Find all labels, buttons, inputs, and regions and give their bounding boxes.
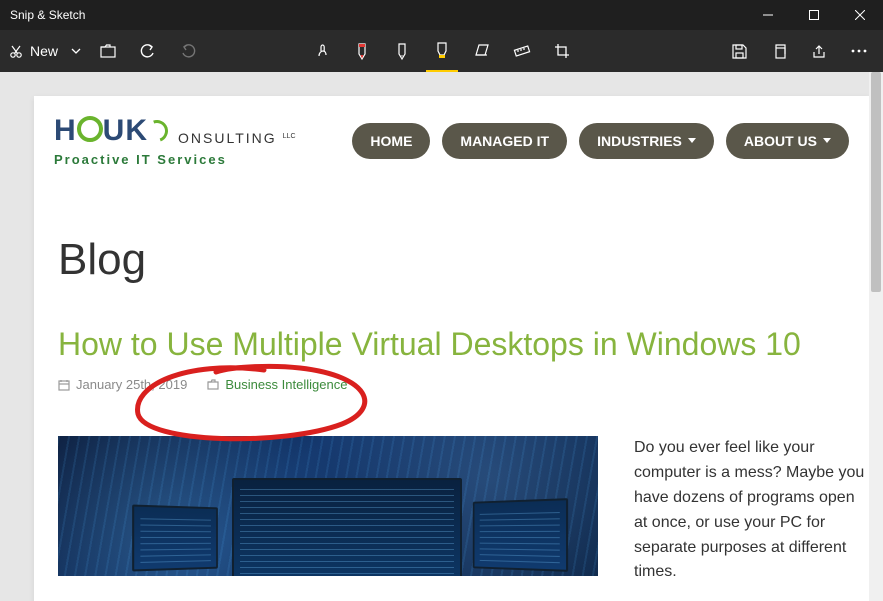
- eraser-tool[interactable]: [462, 30, 502, 72]
- pencil-tool[interactable]: [382, 30, 422, 72]
- post-category-link[interactable]: Business Intelligence: [225, 377, 347, 392]
- post-hero-image: [58, 436, 598, 576]
- post-excerpt: Do you ever feel like your computer is a…: [634, 436, 869, 601]
- window-title: Snip & Sketch: [0, 8, 745, 22]
- calendar-icon: [58, 379, 70, 391]
- logo-text: HUK: [54, 114, 148, 148]
- app-toolbar: New: [0, 30, 883, 72]
- redo-button[interactable]: [168, 30, 208, 72]
- captured-content: HUK ONSULTING LLC Proactive IT Services …: [34, 96, 869, 601]
- save-button[interactable]: [719, 30, 759, 72]
- site-navbar: HUK ONSULTING LLC Proactive IT Services …: [34, 96, 869, 185]
- caret-down-icon: [688, 138, 696, 143]
- crop-tool[interactable]: [542, 30, 582, 72]
- open-file-button[interactable]: [88, 30, 128, 72]
- scroll-thumb[interactable]: [871, 72, 881, 292]
- ballpoint-pen-tool[interactable]: [342, 30, 382, 72]
- post-meta: January 25th, 2019 Business Intelligence: [58, 377, 869, 392]
- copy-button[interactable]: [759, 30, 799, 72]
- nav-industries[interactable]: INDUSTRIES: [579, 123, 714, 159]
- site-logo: HUK ONSULTING LLC Proactive IT Services: [54, 114, 296, 167]
- canvas-area[interactable]: HUK ONSULTING LLC Proactive IT Services …: [0, 72, 883, 601]
- close-button[interactable]: [837, 0, 883, 30]
- undo-button[interactable]: [128, 30, 168, 72]
- new-snip-dropdown[interactable]: [64, 30, 88, 72]
- caret-down-icon: [823, 138, 831, 143]
- logo-consult: ONSULTING: [178, 130, 277, 146]
- vertical-scrollbar[interactable]: [869, 72, 883, 601]
- minimize-button[interactable]: [745, 0, 791, 30]
- maximize-button[interactable]: [791, 0, 837, 30]
- nav-about-us[interactable]: ABOUT US: [726, 123, 849, 159]
- new-label: New: [30, 43, 58, 59]
- nav-managed-it[interactable]: MANAGED IT: [442, 123, 567, 159]
- post-title[interactable]: How to Use Multiple Virtual Desktops in …: [58, 325, 869, 363]
- logo-tagline: Proactive IT Services: [54, 152, 296, 167]
- more-button[interactable]: [839, 30, 879, 72]
- logo-llc: LLC: [283, 133, 296, 140]
- highlighter-tool[interactable]: [422, 30, 462, 72]
- ruler-tool[interactable]: [502, 30, 542, 72]
- folder-icon: [207, 379, 219, 390]
- nav-home[interactable]: HOME: [352, 123, 430, 159]
- page-heading: Blog: [58, 235, 869, 285]
- touch-writing-tool[interactable]: [302, 30, 342, 72]
- new-snip-button[interactable]: New: [0, 30, 64, 72]
- window-titlebar: Snip & Sketch: [0, 0, 883, 30]
- post-date: January 25th, 2019: [76, 377, 187, 392]
- share-button[interactable]: [799, 30, 839, 72]
